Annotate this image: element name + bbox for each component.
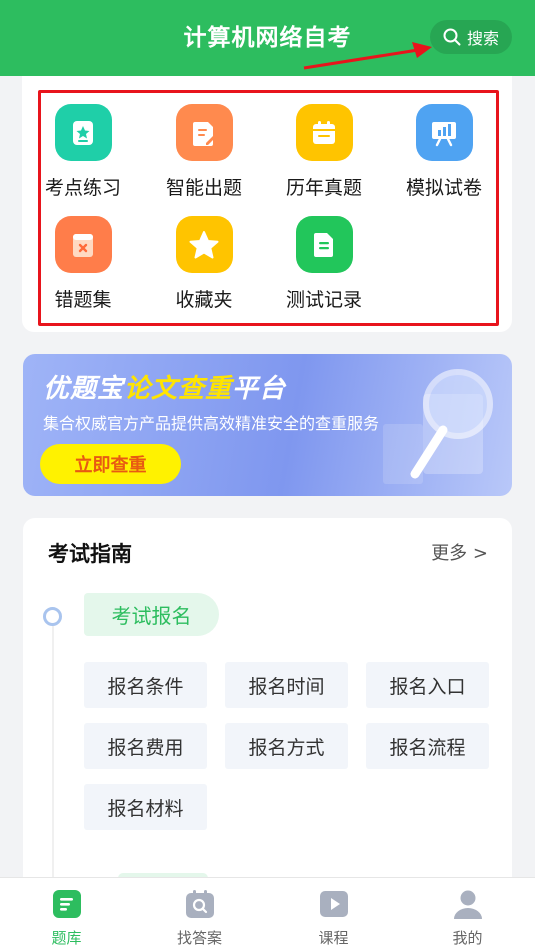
bottom-tab-bar: 题库 找答案 课程 我的: [0, 877, 535, 951]
tag-registration-entry[interactable]: 报名入口: [366, 662, 489, 708]
tab-find-answer[interactable]: 找答案: [133, 878, 266, 951]
timeline-dot: [43, 607, 62, 626]
tab-label: 题库: [51, 929, 82, 947]
tab-label: 课程: [318, 929, 349, 947]
annotation-arrow: [303, 42, 432, 70]
exam-guide-card: 考试指南 更多 > 考试报名 报名条件 报名时间 报名入口 报名费用 报名方式 …: [23, 518, 512, 886]
check-now-button[interactable]: 立即查重: [40, 444, 181, 484]
profile-icon: [452, 888, 484, 920]
tab-label: 找答案: [176, 929, 222, 947]
tag-registration-time[interactable]: 报名时间: [225, 662, 348, 708]
annotation-highlight-box: [38, 90, 499, 326]
tab-question-bank[interactable]: 题库: [0, 878, 133, 951]
find-answer-icon: [184, 888, 216, 920]
search-label: 搜索: [466, 29, 499, 48]
search-icon: [443, 28, 461, 46]
section-title: 考试指南: [48, 542, 132, 566]
banner-title: 优题宝论文查重平台: [43, 374, 287, 404]
tab-label: 我的: [452, 929, 483, 947]
tag-registration-method[interactable]: 报名方式: [225, 723, 348, 769]
top-header: 计算机网络自考 搜索: [0, 0, 535, 76]
tag-registration-materials[interactable]: 报名材料: [84, 784, 207, 830]
step-registration[interactable]: 考试报名: [84, 593, 219, 636]
banner-subtitle: 集合权威官方产品提供高效精准安全的查重服务: [43, 414, 380, 433]
tag-registration-process[interactable]: 报名流程: [366, 723, 489, 769]
more-link[interactable]: 更多 >: [431, 539, 488, 565]
tag-registration-conditions[interactable]: 报名条件: [84, 662, 207, 708]
tag-registration-fees[interactable]: 报名费用: [84, 723, 207, 769]
search-button[interactable]: 搜索: [430, 20, 512, 54]
timeline-line: [52, 626, 54, 886]
tab-mine[interactable]: 我的: [401, 878, 534, 951]
question-bank-icon: [51, 888, 83, 920]
plagiarism-check-banner[interactable]: 优题宝论文查重平台 集合权威官方产品提供高效精准安全的查重服务 立即查重: [23, 354, 512, 496]
course-play-icon: [318, 888, 350, 920]
tab-courses[interactable]: 课程: [267, 878, 400, 951]
